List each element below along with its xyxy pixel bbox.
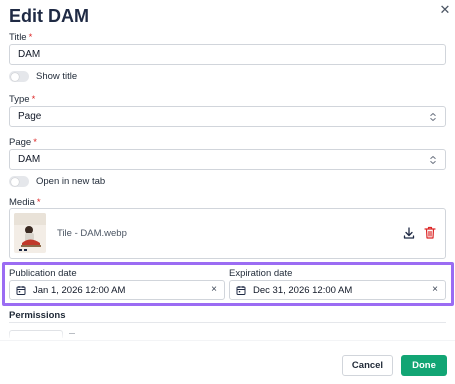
trash-icon[interactable] (424, 226, 436, 239)
title-input[interactable]: DAM (9, 44, 446, 65)
publication-date-value: Jan 1, 2026 12:00 AM (33, 284, 126, 296)
page-label: Page * (9, 137, 37, 148)
chevron-up-down-icon (430, 155, 436, 164)
required-mark: * (31, 94, 36, 105)
expiration-date-input[interactable]: Dec 31, 2026 12:00 AM × (229, 280, 446, 300)
title-label-text: Title (9, 32, 27, 43)
title-input-value: DAM (18, 49, 41, 60)
show-title-row[interactable]: Show title (9, 71, 77, 82)
media-label: Media * (9, 197, 41, 208)
required-mark: * (28, 32, 33, 43)
open-new-tab-toggle[interactable] (9, 176, 29, 187)
cancel-button[interactable]: Cancel (342, 355, 393, 376)
close-icon[interactable]: ✕ (438, 3, 452, 17)
type-select-value: Page (18, 111, 42, 122)
page-label-text: Page (9, 137, 32, 148)
expiration-date-value: Dec 31, 2026 12:00 AM (253, 284, 353, 296)
title-label: Title * (9, 32, 32, 43)
type-label: Type * (9, 94, 35, 105)
chevron-up-down-icon (430, 112, 436, 121)
required-mark: * (33, 137, 37, 148)
page-select[interactable]: DAM (9, 149, 446, 170)
calendar-icon (16, 286, 26, 295)
clear-publication-date-icon[interactable]: × (211, 284, 217, 295)
media-thumbnail (14, 213, 46, 253)
required-mark: * (36, 197, 41, 208)
publication-date-input[interactable]: Jan 1, 2026 12:00 AM × (9, 280, 225, 300)
done-button[interactable]: Done (401, 355, 447, 376)
scroll-fade (0, 326, 455, 340)
expiration-date-label: Expiration date (229, 268, 293, 279)
clear-expiration-date-icon[interactable]: × (432, 284, 438, 295)
open-new-tab-row[interactable]: Open in new tab (9, 176, 105, 187)
media-file-name: Tile - DAM.webp (57, 228, 127, 239)
show-title-label: Show title (36, 71, 78, 82)
permissions-heading: Permissions (9, 310, 66, 321)
show-title-toggle[interactable] (9, 71, 29, 82)
publication-date-label: Publication date (9, 268, 77, 279)
divider (9, 322, 446, 323)
calendar-icon (236, 286, 246, 295)
media-item: Tile - DAM.webp (9, 208, 446, 259)
dialog-title: Edit DAM (9, 6, 89, 26)
download-icon[interactable] (403, 227, 415, 239)
media-label-text: Media (9, 197, 35, 208)
type-label-text: Type (9, 94, 30, 105)
footer-divider (0, 340, 455, 341)
type-select[interactable]: Page (9, 106, 446, 127)
open-new-tab-label: Open in new tab (36, 176, 106, 187)
page-select-value: DAM (18, 154, 41, 165)
